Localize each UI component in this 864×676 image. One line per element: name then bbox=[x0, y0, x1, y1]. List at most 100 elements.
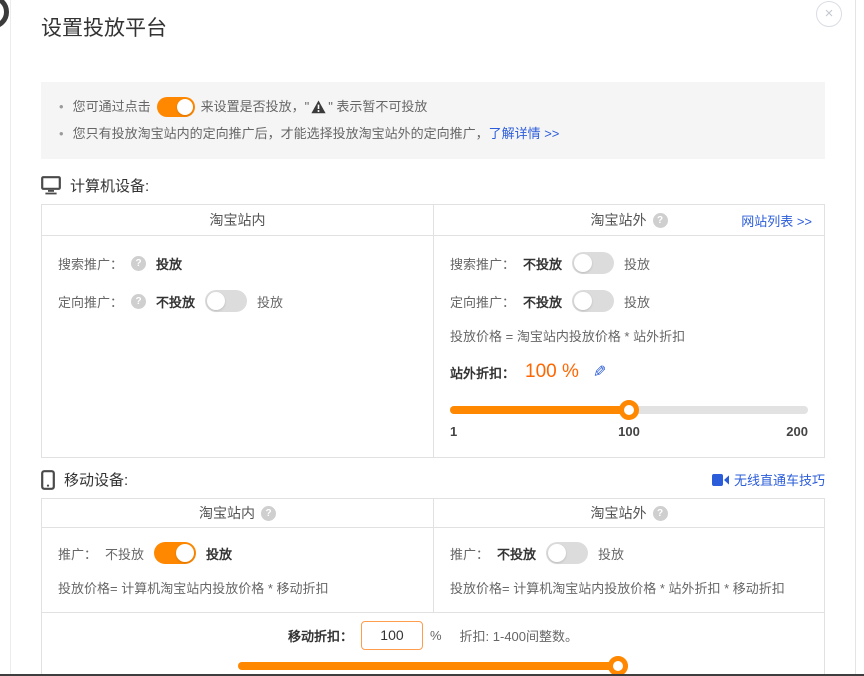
tips-box: • 您可通过点击 来设置是否投放，" " 表示暂不可投放 • 您只有投放淘宝站内… bbox=[41, 82, 825, 159]
mobile-discount-input[interactable] bbox=[361, 621, 423, 650]
search-promo-label: 搜索推广： bbox=[450, 254, 515, 273]
mobile-platform-table: 淘宝站内 ? 淘宝站外 ? 推广： 不投放 bbox=[41, 498, 825, 676]
dialog-title: 设置投放平台 bbox=[41, 0, 825, 42]
promo-label: 推广： bbox=[58, 544, 97, 563]
mobile-offsite-promo-row: 推广： 不投放 投放 bbox=[450, 542, 808, 564]
promo-off-label: 不投放 bbox=[105, 544, 144, 563]
mobile-offsite-cell: 推广： 不投放 投放 投放价格= 计算机淘宝站内投放价格 * 站外折扣 * 移动… bbox=[433, 528, 824, 612]
computer-onsite-search-row: 搜索推广： ? 投放 bbox=[58, 252, 417, 274]
help-icon[interactable]: ? bbox=[261, 506, 276, 521]
wireless-ztc-tips-link[interactable]: 无线直通车技巧 bbox=[712, 470, 825, 489]
promo-on-label: 投放 bbox=[598, 544, 624, 563]
target-on-label: 投放 bbox=[624, 292, 650, 311]
target-promo-label: 定向推广： bbox=[450, 292, 515, 311]
example-toggle[interactable] bbox=[157, 97, 195, 117]
mobile-discount-label: 移动折扣： bbox=[288, 626, 353, 645]
tip1-pre-text: 您可通过点击 bbox=[73, 95, 151, 119]
bullet-icon: • bbox=[59, 95, 64, 119]
monitor-icon bbox=[41, 176, 61, 195]
mobile-section-title: 移动设备: bbox=[64, 469, 128, 490]
help-icon[interactable]: ? bbox=[131, 256, 146, 271]
bullet-icon: • bbox=[59, 122, 64, 146]
computer-offsite-header-label: 淘宝站外 bbox=[591, 210, 647, 230]
target-promo-label: 定向推广： bbox=[58, 292, 123, 311]
mobile-onsite-promo-toggle[interactable] bbox=[154, 542, 196, 564]
slider-fill bbox=[238, 662, 628, 670]
computer-offsite-search-toggle[interactable] bbox=[572, 252, 614, 274]
target-on-label: 投放 bbox=[257, 292, 283, 311]
search-promo-state: 投放 bbox=[156, 254, 182, 273]
mobile-offsite-header-cell: 淘宝站外 ? bbox=[433, 499, 824, 527]
computer-section-title: 计算机设备: bbox=[70, 175, 149, 196]
computer-onsite-target-row: 定向推广： ? 不投放 投放 bbox=[58, 290, 417, 312]
offsite-slider-labels: 1 100 200 bbox=[450, 424, 808, 441]
tip-line-2: • 您只有投放淘宝站内的定向推广后，才能选择投放淘宝站外的定向推广， 了解详情 … bbox=[59, 122, 807, 146]
mobile-discount-slider[interactable] bbox=[238, 656, 628, 676]
slider-min-label: 1 bbox=[450, 424, 457, 439]
website-list-link[interactable]: 网站列表 >> bbox=[741, 211, 812, 230]
target-off-label: 不投放 bbox=[523, 292, 562, 311]
computer-table-header: 淘宝站内 淘宝站外 ? 网站列表 >> bbox=[42, 205, 824, 236]
wireless-ztc-tips-label: 无线直通车技巧 bbox=[734, 470, 825, 489]
offsite-price-formula: 投放价格 = 淘宝站内投放价格 * 站外折扣 bbox=[450, 328, 808, 346]
mobile-discount-hint: 折扣: 1-400间整数。 bbox=[460, 626, 578, 645]
slider-max-label: 200 bbox=[786, 424, 808, 439]
mobile-discount-input-row: 移动折扣： % 折扣: 1-400间整数。 bbox=[42, 620, 824, 650]
search-on-label: 投放 bbox=[624, 254, 650, 273]
mobile-onsite-header-cell: 淘宝站内 ? bbox=[42, 499, 433, 527]
help-icon[interactable]: ? bbox=[131, 294, 146, 309]
computer-offsite-cell: 搜索推广： 不投放 投放 定向推广： 不投放 投放 投放价格 = 淘宝站内投放价… bbox=[433, 236, 824, 457]
computer-table-body: 搜索推广： ? 投放 定向推广： ? 不投放 投放 bbox=[42, 236, 824, 457]
mobile-discount-slider-wrap: 1 200 400 bbox=[238, 656, 628, 676]
computer-section-header: 计算机设备: bbox=[41, 175, 825, 196]
computer-offsite-header-cell: 淘宝站外 ? 网站列表 >> bbox=[433, 205, 824, 235]
search-promo-label: 搜索推广： bbox=[58, 254, 123, 273]
search-off-label: 不投放 bbox=[523, 254, 562, 273]
computer-offsite-search-row: 搜索推广： 不投放 投放 bbox=[450, 252, 808, 274]
toggle-knob bbox=[177, 99, 193, 115]
computer-onsite-cell: 搜索推广： ? 投放 定向推广： ? 不投放 投放 bbox=[42, 236, 433, 457]
computer-onsite-header-label: 淘宝站内 bbox=[210, 210, 266, 230]
background-help-bubble bbox=[0, 0, 9, 29]
help-icon[interactable]: ? bbox=[653, 506, 668, 521]
offsite-discount-label: 站外折扣： bbox=[450, 363, 515, 382]
mobile-discount-panel: 移动折扣： % 折扣: 1-400间整数。 bbox=[42, 612, 824, 676]
offsite-discount-value: 100 % bbox=[525, 361, 579, 383]
toggle-knob bbox=[548, 544, 566, 562]
toggle-knob bbox=[176, 544, 194, 562]
video-icon bbox=[712, 474, 729, 486]
mobile-offsite-promo-toggle[interactable] bbox=[546, 542, 588, 564]
mobile-onsite-cell: 推广： 不投放 投放 投放价格= 计算机淘宝站内投放价格 * 移动折扣 bbox=[42, 528, 433, 612]
toggle-knob bbox=[574, 254, 592, 272]
computer-onsite-header-cell: 淘宝站内 bbox=[42, 205, 433, 235]
computer-offsite-target-toggle[interactable] bbox=[572, 290, 614, 312]
offsite-discount-slider[interactable] bbox=[450, 400, 808, 420]
tip-line-1: • 您可通过点击 来设置是否投放，" " 表示暂不可投放 bbox=[59, 95, 807, 119]
mobile-table-header: 淘宝站内 ? 淘宝站外 ? bbox=[42, 499, 824, 528]
slider-fill bbox=[450, 406, 629, 414]
mobile-offsite-price-formula: 投放价格= 计算机淘宝站内投放价格 * 站外折扣 * 移动折扣 bbox=[450, 580, 808, 598]
target-off-label: 不投放 bbox=[156, 292, 195, 311]
mobile-table-body: 推广： 不投放 投放 投放价格= 计算机淘宝站内投放价格 * 移动折扣 推广： … bbox=[42, 528, 824, 676]
mobile-offsite-header-label: 淘宝站外 bbox=[591, 503, 647, 523]
mobile-onsite-price-formula: 投放价格= 计算机淘宝站内投放价格 * 移动折扣 bbox=[58, 580, 417, 598]
offsite-discount-row: 站外折扣： 100 % ✎ bbox=[450, 358, 808, 386]
mobile-section-header: 移动设备: 无线直通车技巧 bbox=[41, 469, 825, 490]
tip1-end-text: " 表示暂不可投放 bbox=[328, 95, 427, 119]
tip2-text: 您只有投放淘宝站内的定向推广后，才能选择投放淘宝站外的定向推广， bbox=[73, 122, 489, 146]
slider-handle[interactable] bbox=[619, 400, 639, 420]
toggle-knob bbox=[574, 292, 592, 310]
learn-more-link[interactable]: 了解详情 >> bbox=[489, 122, 560, 146]
edit-icon[interactable]: ✎ bbox=[593, 362, 606, 382]
computer-onsite-target-toggle[interactable] bbox=[205, 290, 247, 312]
promo-on-label: 投放 bbox=[206, 544, 232, 563]
help-icon[interactable]: ? bbox=[653, 213, 668, 228]
tip1-mid-text: 来设置是否投放，" bbox=[201, 95, 310, 119]
slider-handle[interactable] bbox=[608, 656, 628, 676]
slider-mid-label: 100 bbox=[618, 424, 640, 439]
set-delivery-platform-dialog: × 设置投放平台 • 您可通过点击 来设置是否投放，" " 表示暂不可投放 • bbox=[10, 0, 856, 676]
computer-platform-table: 淘宝站内 淘宝站外 ? 网站列表 >> 搜索推广： ? 投放 bbox=[41, 204, 825, 458]
phone-icon bbox=[41, 470, 55, 490]
percent-unit-label: % bbox=[430, 628, 442, 643]
computer-offsite-target-row: 定向推广： 不投放 投放 bbox=[450, 290, 808, 312]
